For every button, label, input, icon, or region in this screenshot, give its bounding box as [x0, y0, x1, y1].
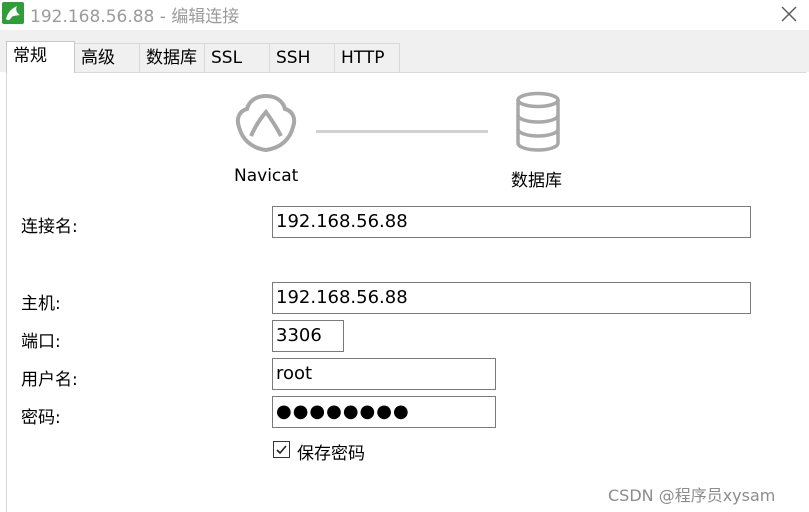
- password-label: 密码:: [21, 408, 61, 428]
- navicat-label: Navicat: [234, 166, 299, 186]
- host-label: 主机:: [21, 294, 61, 314]
- tab-ssl[interactable]: SSL: [204, 43, 270, 72]
- checkmark-icon: [276, 445, 287, 455]
- save-password-checkbox[interactable]: [273, 441, 290, 458]
- tab-database[interactable]: 数据库: [139, 43, 205, 72]
- database-icon: [516, 91, 560, 152]
- username-label: 用户名:: [21, 370, 78, 390]
- port-input[interactable]: 3306: [272, 320, 344, 352]
- password-input[interactable]: ●●●●●●●●: [272, 396, 496, 428]
- navicat-seal-icon: [235, 93, 297, 153]
- port-label: 端口:: [21, 332, 61, 352]
- tab-general[interactable]: 常规: [6, 41, 75, 73]
- navicat-logo-icon: [2, 2, 24, 24]
- tab-http[interactable]: HTTP: [334, 43, 400, 72]
- watermark-text: CSDN @程序员xysam: [608, 486, 776, 505]
- window-title: 192.168.56.88 - 编辑连接: [30, 7, 240, 27]
- database-label: 数据库: [511, 171, 562, 191]
- close-icon[interactable]: [776, 2, 802, 26]
- connection-name-input[interactable]: 192.168.56.88: [272, 206, 751, 238]
- title-bar: 192.168.56.88 - 编辑连接: [0, 0, 809, 30]
- tab-ssh[interactable]: SSH: [269, 43, 335, 72]
- connection-name-label: 连接名:: [21, 217, 78, 237]
- tab-advanced[interactable]: 高级: [74, 43, 140, 72]
- host-input[interactable]: 192.168.56.88: [272, 282, 751, 314]
- save-password-label: 保存密码: [297, 444, 365, 464]
- username-input[interactable]: root: [272, 358, 496, 390]
- connection-line: [316, 130, 488, 133]
